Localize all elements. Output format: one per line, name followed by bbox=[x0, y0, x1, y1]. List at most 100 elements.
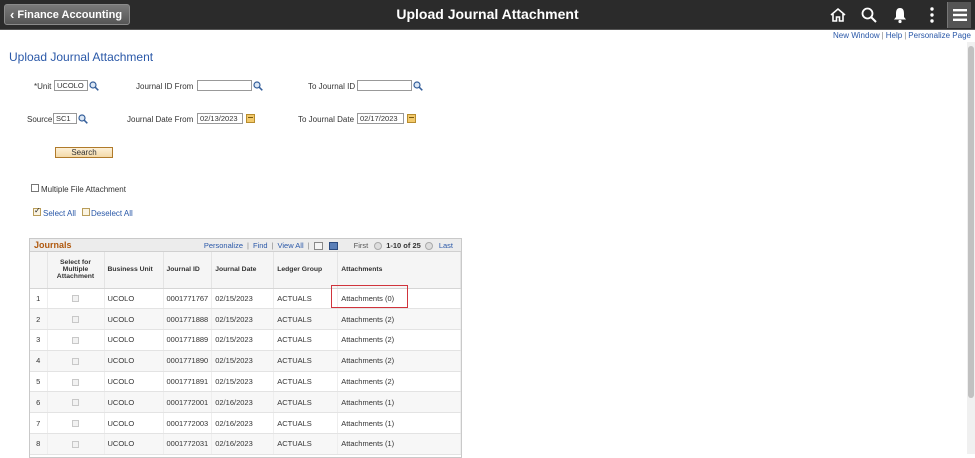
row-number: 5 bbox=[30, 371, 48, 393]
new-window-link[interactable]: New Window bbox=[833, 31, 880, 40]
grid-range: 1-10 of 25 bbox=[386, 241, 421, 250]
journal-id-link[interactable]: 0001771890 bbox=[163, 350, 213, 372]
journal-id-from-input[interactable] bbox=[197, 80, 252, 91]
row-number: 6 bbox=[30, 391, 48, 414]
previous-page-icon[interactable] bbox=[374, 241, 383, 250]
row-number: 3 bbox=[30, 329, 48, 351]
zoom-grid-icon[interactable] bbox=[313, 241, 323, 250]
ledger-group-cell: ACTUALS bbox=[273, 329, 339, 351]
attachments-link[interactable]: Attachments (1) bbox=[337, 391, 461, 414]
help-link[interactable]: Help bbox=[886, 31, 902, 40]
ledger-group-cell: ACTUALS bbox=[273, 412, 339, 435]
journal-date-cell: 02/15/2023 bbox=[211, 308, 275, 331]
to-journal-id-lookup-icon[interactable] bbox=[413, 81, 423, 91]
scrollbar-thumb[interactable] bbox=[968, 46, 974, 398]
row-select-checkbox[interactable] bbox=[72, 295, 79, 303]
to-journal-date-calendar-icon[interactable] bbox=[407, 114, 416, 123]
unit-input[interactable]: UCOLO bbox=[54, 80, 88, 91]
journal-date-from-calendar-icon[interactable] bbox=[246, 114, 255, 123]
ledger-group-cell: ACTUALS bbox=[273, 433, 339, 455]
source-input[interactable]: SC1 bbox=[53, 113, 77, 124]
personalize-page-link[interactable]: Personalize Page bbox=[908, 31, 971, 40]
notification-bell-icon[interactable] bbox=[891, 6, 909, 24]
journal-date-cell: 02/15/2023 bbox=[211, 350, 275, 372]
unit-lookup-icon[interactable] bbox=[89, 81, 99, 91]
row-select-checkbox[interactable] bbox=[72, 440, 79, 448]
journal-id-link[interactable]: 0001772003 bbox=[163, 412, 213, 435]
journal-id-link[interactable]: 0001771891 bbox=[163, 371, 213, 393]
journal-id-link[interactable]: 0001772031 bbox=[163, 433, 213, 455]
journal-id-link[interactable]: 0001772001 bbox=[163, 391, 213, 414]
ledger-group-cell: ACTUALS bbox=[273, 288, 339, 310]
row-select-checkbox[interactable] bbox=[72, 337, 79, 344]
multiple-file-checkbox[interactable] bbox=[31, 184, 39, 192]
highlight-box bbox=[331, 285, 408, 308]
grid-find-link[interactable]: Find bbox=[253, 241, 268, 250]
more-actions-icon[interactable] bbox=[923, 6, 941, 24]
grid-view-all-link[interactable]: View All bbox=[278, 241, 304, 250]
table-row: 8 UCOLO 0001772031 02/16/2023 ACTUALS At… bbox=[30, 433, 461, 455]
journal-date-cell: 02/15/2023 bbox=[211, 371, 275, 393]
grid-title: Journals bbox=[34, 240, 72, 250]
attachments-link[interactable]: Attachments (2) bbox=[337, 308, 461, 331]
business-unit-cell: UCOLO bbox=[104, 288, 164, 310]
business-unit-cell: UCOLO bbox=[104, 391, 164, 414]
ledger-group-cell: ACTUALS bbox=[273, 350, 339, 372]
hamburger-icon bbox=[952, 9, 967, 21]
source-lookup-icon[interactable] bbox=[78, 114, 88, 124]
attachments-link[interactable]: Attachments (1) bbox=[337, 412, 461, 435]
row-select-checkbox[interactable] bbox=[72, 399, 79, 407]
multiple-file-label: Multiple File Attachment bbox=[41, 185, 126, 194]
attachments-link[interactable]: Attachments (2) bbox=[337, 350, 461, 372]
business-unit-cell: UCOLO bbox=[104, 412, 164, 435]
grid-header: Journals Personalize | Find | View All |… bbox=[30, 239, 461, 252]
table-row: 2 UCOLO 0001771888 02/15/2023 ACTUALS At… bbox=[30, 308, 461, 331]
row-number: 4 bbox=[30, 350, 48, 372]
grid-toolbar: Personalize | Find | View All | First 1-… bbox=[203, 241, 453, 250]
to-journal-id-input[interactable] bbox=[357, 80, 412, 91]
to-journal-date-input[interactable]: 02/17/2023 bbox=[357, 113, 404, 124]
journal-date-from-input[interactable]: 02/13/2023 bbox=[197, 113, 243, 124]
business-unit-cell: UCOLO bbox=[104, 308, 164, 331]
search-icon[interactable] bbox=[860, 6, 878, 24]
grid-last-link[interactable]: Last bbox=[439, 241, 453, 250]
page-scrollbar[interactable] bbox=[967, 42, 975, 454]
col-business-unit: Business Unit bbox=[104, 252, 164, 289]
journal-date-cell: 02/15/2023 bbox=[211, 288, 275, 310]
download-grid-icon[interactable] bbox=[328, 241, 338, 250]
nav-menu-button[interactable] bbox=[947, 2, 971, 28]
row-number: 7 bbox=[30, 412, 48, 435]
journal-id-from-label: Journal ID From bbox=[136, 82, 194, 91]
journal-id-link[interactable]: 0001771889 bbox=[163, 329, 213, 351]
attachments-link[interactable]: Attachments (1) bbox=[337, 433, 461, 455]
to-journal-date-label: To Journal Date bbox=[298, 115, 355, 124]
top-banner: ‹ Finance Accounting Upload Journal Atta… bbox=[0, 0, 975, 30]
deselect-all-link[interactable]: Deselect All bbox=[91, 209, 133, 218]
business-unit-cell: UCOLO bbox=[104, 350, 164, 372]
col-ledger-group: Ledger Group bbox=[273, 252, 339, 289]
col-journal-date: Journal Date bbox=[211, 252, 275, 289]
attachments-link[interactable]: Attachments (2) bbox=[337, 329, 461, 351]
row-select-checkbox[interactable] bbox=[72, 378, 79, 386]
journals-table: Select for Multiple Attachment Business … bbox=[30, 252, 461, 455]
page-title: Upload Journal Attachment bbox=[9, 50, 154, 64]
attachments-link[interactable]: Attachments (2) bbox=[337, 371, 461, 393]
home-icon[interactable] bbox=[829, 6, 847, 24]
journals-grid: Journals Personalize | Find | View All |… bbox=[29, 238, 462, 458]
next-page-icon[interactable] bbox=[424, 241, 433, 250]
search-button[interactable]: Search bbox=[55, 147, 113, 158]
grid-personalize-link[interactable]: Personalize bbox=[204, 241, 243, 250]
grid-first-label: First bbox=[353, 241, 369, 250]
row-select-checkbox[interactable] bbox=[72, 357, 79, 365]
journal-id-link[interactable]: 0001771767 bbox=[163, 288, 213, 310]
col-journal-id: Journal ID bbox=[163, 252, 213, 289]
ledger-group-cell: ACTUALS bbox=[273, 391, 339, 414]
select-all-link[interactable]: Select All bbox=[43, 209, 76, 218]
journal-date-cell: 02/16/2023 bbox=[211, 391, 275, 414]
journal-id-from-lookup-icon[interactable] bbox=[253, 81, 263, 91]
row-select-checkbox[interactable] bbox=[72, 420, 79, 428]
select-all-icon[interactable] bbox=[33, 206, 41, 216]
journal-id-link[interactable]: 0001771888 bbox=[163, 308, 213, 331]
row-select-checkbox[interactable] bbox=[72, 316, 79, 324]
deselect-all-icon[interactable] bbox=[82, 208, 90, 216]
